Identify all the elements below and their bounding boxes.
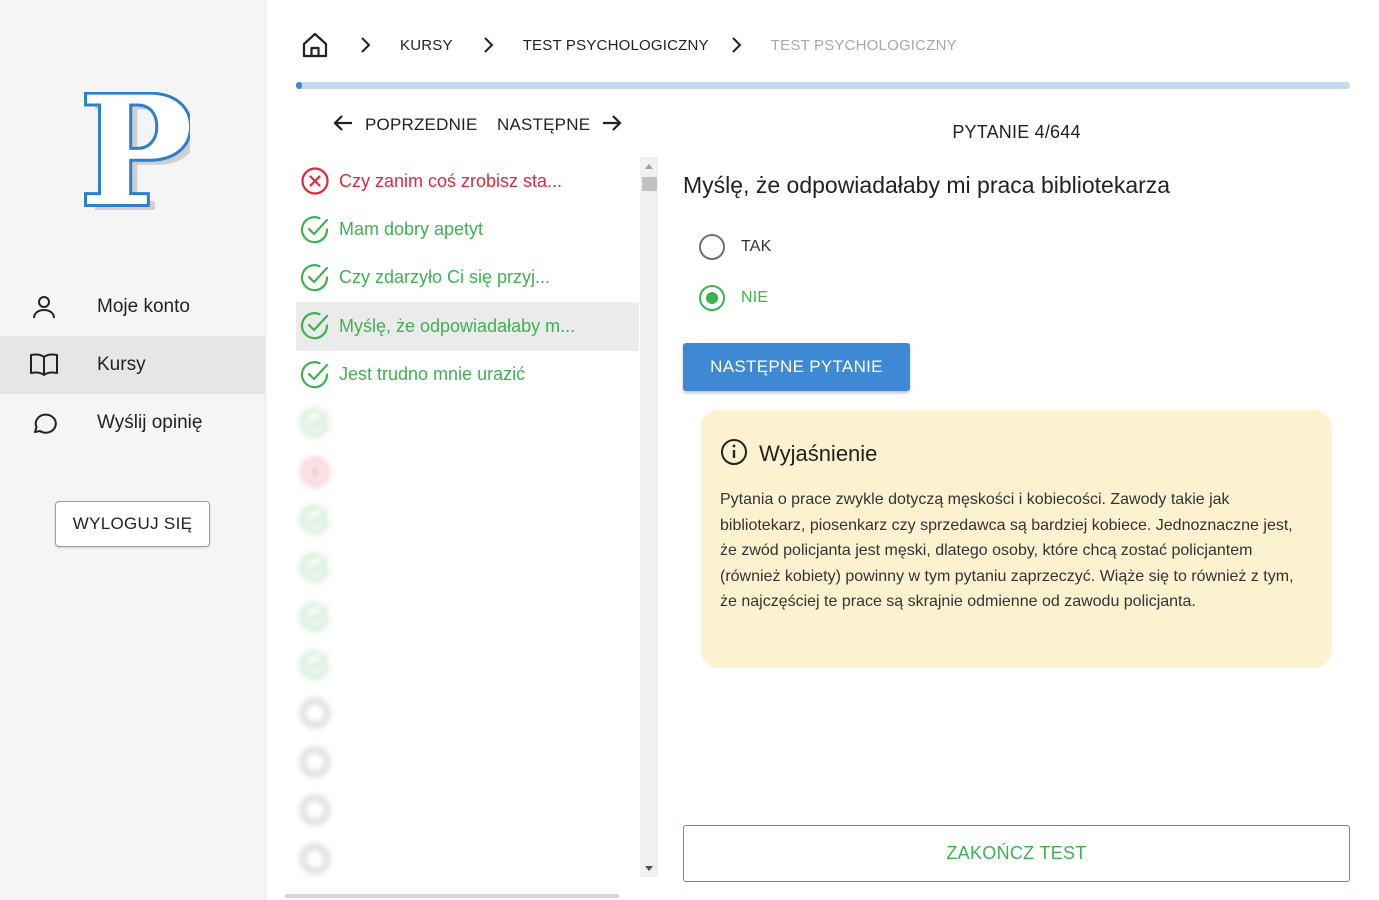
question-list[interactable]: Czy zanim coś zrobisz sta... Mam dobry ap… bbox=[296, 157, 639, 897]
chevron-right-icon bbox=[479, 35, 499, 55]
explanation-header: Wyjaśnienie bbox=[720, 438, 1313, 470]
breadcrumb-item-kursy[interactable]: KURSY bbox=[400, 37, 453, 54]
logo-p-icon: P P bbox=[77, 61, 201, 246]
scroll-up-icon[interactable] bbox=[640, 157, 658, 175]
scroll-down-icon[interactable] bbox=[640, 859, 658, 877]
info-icon bbox=[720, 438, 748, 471]
empty-circle-icon bbox=[300, 844, 330, 874]
scrollbar-thumb[interactable] bbox=[642, 177, 657, 191]
check-circle-icon bbox=[300, 311, 330, 341]
question-list-item[interactable] bbox=[296, 593, 639, 641]
sidebar-item-wyslij-opinie[interactable]: Wyślij opinię bbox=[0, 394, 265, 452]
progress-fill bbox=[296, 82, 303, 89]
sidebar-nav: Moje konto Kursy Wyślij opinię bbox=[0, 278, 265, 452]
chevron-right-icon bbox=[727, 35, 747, 55]
check-circle-icon bbox=[300, 505, 330, 535]
next-question-button[interactable]: NASTĘPNE PYTANIE bbox=[683, 343, 910, 391]
question-list-item[interactable] bbox=[296, 738, 639, 786]
empty-circle-icon bbox=[300, 698, 330, 728]
question-list-item[interactable]: Jest trudno mnie urazić bbox=[296, 351, 639, 399]
check-circle-icon bbox=[300, 602, 330, 632]
sidebar-item-moje-konto[interactable]: Moje konto bbox=[0, 278, 265, 336]
sidebar-item-kursy[interactable]: Kursy bbox=[0, 336, 265, 394]
x-circle-icon bbox=[300, 166, 330, 196]
question-list-item[interactable] bbox=[296, 641, 639, 689]
breadcrumb-item-test[interactable]: TEST PSYCHOLOGICZNY bbox=[523, 37, 709, 54]
question-list-item[interactable]: Myślę, że odpowiadałaby m... bbox=[296, 302, 639, 351]
check-circle-icon bbox=[300, 650, 330, 680]
question-list-item[interactable]: Czy zanim coś zrobisz sta... bbox=[296, 157, 639, 205]
question-list-item[interactable] bbox=[296, 689, 639, 737]
answer-label: NIE bbox=[741, 289, 769, 306]
previous-label: POPRZEDNIE bbox=[365, 115, 478, 134]
chat-bubble-icon bbox=[29, 408, 59, 438]
book-icon bbox=[29, 350, 59, 380]
answer-option-tak[interactable]: TAK bbox=[699, 232, 772, 262]
breadcrumb: KURSY TEST PSYCHOLOGICZNY TEST PSYCHOLOG… bbox=[300, 28, 957, 62]
breadcrumb-item-current: TEST PSYCHOLOGICZNY bbox=[770, 36, 957, 54]
radio-checked-icon[interactable] bbox=[699, 285, 725, 311]
explanation-box: Wyjaśnienie Pytania o prace zwykle dotyc… bbox=[701, 410, 1332, 668]
check-circle-icon bbox=[300, 408, 330, 438]
x-circle-icon bbox=[300, 457, 330, 487]
home-icon[interactable] bbox=[300, 30, 330, 60]
sidebar-item-label: Wyślij opinię bbox=[97, 412, 203, 433]
logout-button[interactable]: WYLOGUJ SIĘ bbox=[55, 501, 210, 547]
question-list-item[interactable]: Czy zdarzyło Ci się przyj... bbox=[296, 254, 639, 302]
scrollbar[interactable] bbox=[640, 157, 658, 877]
arrow-right-icon bbox=[600, 111, 624, 140]
sidebar-item-label: Kursy bbox=[97, 354, 146, 375]
empty-circle-icon bbox=[300, 795, 330, 825]
svg-text:P: P bbox=[80, 92, 190, 222]
next-button[interactable]: NASTĘPNE bbox=[497, 110, 624, 140]
question-list-item[interactable]: Mam dobry apetyt bbox=[296, 205, 639, 253]
arrow-left-icon bbox=[331, 111, 355, 140]
test-progress-bar bbox=[296, 82, 1350, 89]
explanation-text: Pytania o prace zwykle dotyczą męskości … bbox=[720, 491, 1294, 611]
app-logo[interactable]: P P bbox=[77, 61, 201, 246]
question-list-text: Jest trudno mnie urazić bbox=[339, 364, 526, 385]
question-list-text: Czy zanim coś zrobisz sta... bbox=[339, 170, 563, 191]
sidebar-item-label: Moje konto bbox=[97, 296, 190, 317]
chevron-right-icon bbox=[356, 35, 376, 55]
radio-unchecked-icon[interactable] bbox=[699, 234, 725, 260]
question-list-text: Czy zdarzyło Ci się przyj... bbox=[339, 267, 551, 288]
question-list-item[interactable] bbox=[296, 496, 639, 544]
question-list-panel: Czy zanim coś zrobisz sta... Mam dobry ap… bbox=[285, 157, 659, 898]
check-circle-icon bbox=[300, 263, 330, 293]
next-label: NASTĘPNE bbox=[497, 115, 591, 134]
answer-label: TAK bbox=[741, 238, 772, 255]
question-list-item[interactable] bbox=[296, 786, 639, 834]
previous-button[interactable]: POPRZEDNIE bbox=[331, 110, 478, 140]
question-list-text: Mam dobry apetyt bbox=[339, 219, 484, 240]
question-title: Myślę, że odpowiadałaby mi praca bibliot… bbox=[683, 172, 1171, 198]
user-icon bbox=[29, 292, 59, 322]
answer-option-nie[interactable]: NIE bbox=[699, 283, 768, 313]
horizontal-scrollbar[interactable] bbox=[285, 894, 619, 898]
finish-test-button[interactable]: ZAKOŃCZ TEST bbox=[683, 825, 1350, 882]
question-counter: PYTANIE 4/644 bbox=[952, 122, 1081, 142]
question-list-item[interactable] bbox=[296, 447, 639, 495]
explanation-title: Wyjaśnienie bbox=[759, 441, 878, 466]
question-list-item[interactable] bbox=[296, 399, 639, 447]
question-list-item[interactable] bbox=[296, 544, 639, 592]
question-list-item[interactable] bbox=[296, 834, 639, 882]
question-list-text: Myślę, że odpowiadałaby m... bbox=[339, 315, 576, 336]
check-circle-icon bbox=[300, 215, 330, 245]
empty-circle-icon bbox=[300, 747, 330, 777]
sidebar: P P Moje konto Kursy Wyślij opinię WYLOG… bbox=[0, 0, 266, 900]
check-circle-icon bbox=[300, 553, 330, 583]
app-root: P P Moje konto Kursy Wyślij opinię WYLOG… bbox=[0, 0, 1379, 900]
check-circle-icon bbox=[300, 360, 330, 390]
